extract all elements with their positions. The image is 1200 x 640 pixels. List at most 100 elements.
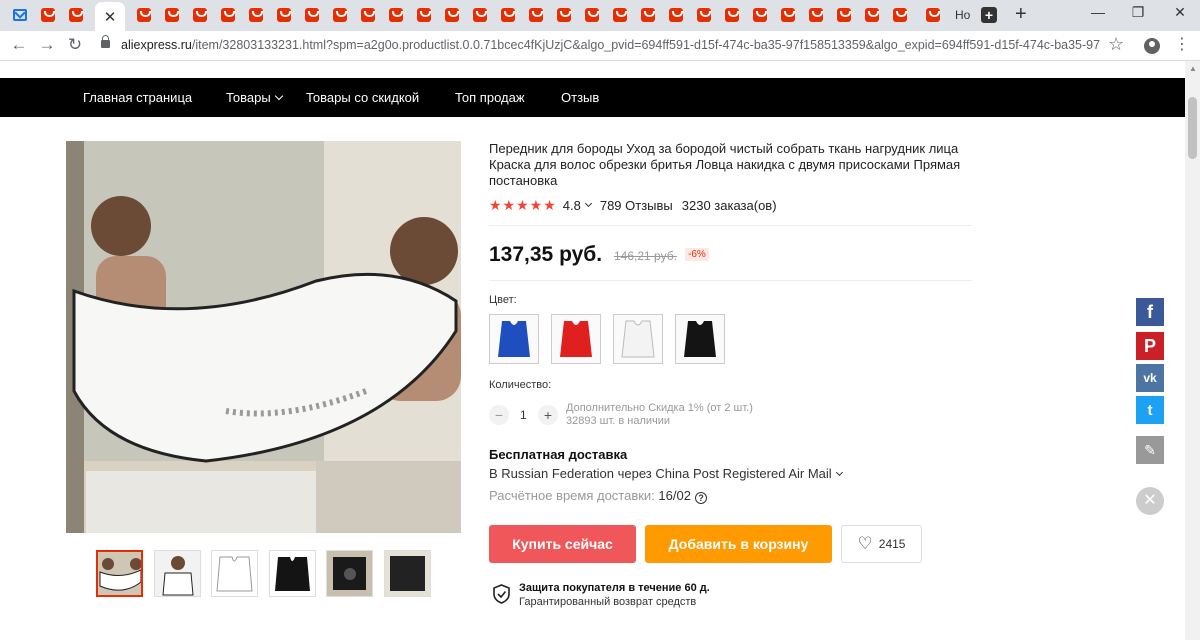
page-scrollbar[interactable]: ▲ [1185, 61, 1200, 640]
aliexpress-favicon-icon [193, 8, 207, 22]
nav-products[interactable]: Товары [226, 90, 283, 105]
scroll-up-arrow-icon[interactable]: ▲ [1189, 64, 1197, 73]
reload-button[interactable]: ↻ [64, 35, 86, 55]
thumbnail-2[interactable] [154, 550, 201, 597]
tab[interactable] [329, 4, 351, 26]
main-product-image[interactable] [66, 141, 461, 533]
thumbnail-5[interactable] [326, 550, 373, 597]
chevron-down-icon[interactable] [584, 199, 592, 208]
tab[interactable] [665, 4, 687, 26]
bookmark-star-icon[interactable]: ☆ [1108, 34, 1124, 55]
tab[interactable] [357, 4, 379, 26]
color-option-black[interactable] [675, 314, 725, 364]
extension-plus-icon[interactable]: + [981, 7, 997, 23]
scrollbar-thumb[interactable] [1188, 97, 1197, 159]
facebook-share-icon[interactable]: f [1136, 298, 1164, 326]
thumbnail-6[interactable] [384, 550, 431, 597]
aliexpress-favicon-icon [725, 8, 739, 22]
back-button[interactable]: ← [8, 35, 30, 55]
tab[interactable] [777, 4, 799, 26]
quantity-decrease-button[interactable]: − [489, 405, 509, 425]
tab[interactable] [273, 4, 295, 26]
tab[interactable] [889, 4, 911, 26]
forward-button[interactable]: → [36, 35, 58, 55]
tab-mail[interactable] [9, 4, 31, 26]
close-tab-icon[interactable]: ✕ [104, 8, 117, 26]
tab[interactable] [385, 4, 407, 26]
tab[interactable] [693, 4, 715, 26]
close-icon[interactable]: ✕ [1136, 487, 1164, 515]
aliexpress-favicon-icon [501, 8, 515, 22]
tab[interactable] [721, 4, 743, 26]
aliexpress-favicon-icon [613, 8, 627, 22]
tab[interactable] [37, 4, 59, 26]
tab[interactable] [609, 4, 631, 26]
lock-icon[interactable] [101, 35, 110, 48]
tab[interactable] [217, 4, 239, 26]
thumbnail-3[interactable] [211, 550, 258, 597]
rating-row: ★★★★★ 4.8 789 Отзывы 3230 заказа(ов) [489, 197, 777, 213]
nav-reviews[interactable]: Отзыв [561, 90, 599, 105]
tab[interactable] [497, 4, 519, 26]
tab[interactable] [133, 4, 155, 26]
aliexpress-favicon-icon [893, 8, 907, 22]
address-bar[interactable]: aliexpress.ru/item/32803133231.html?spm=… [121, 38, 1101, 52]
tab[interactable] [525, 4, 547, 26]
vk-share-icon[interactable]: vk [1136, 364, 1164, 392]
tab-active[interactable]: ✕ [95, 2, 125, 31]
profile-icon[interactable] [1144, 38, 1160, 54]
buy-now-button[interactable]: Купить сейчас [489, 525, 636, 563]
tab[interactable] [861, 4, 883, 26]
twitter-share-icon[interactable]: t [1136, 396, 1164, 424]
tab[interactable] [413, 4, 435, 26]
bulk-discount-text: Дополнительно Скидка 1% (от 2 шт.) [566, 402, 753, 414]
nav-discounted[interactable]: Товары со скидкой [306, 90, 419, 105]
nav-top-sales[interactable]: Топ продаж [455, 90, 525, 105]
color-option-red[interactable] [551, 314, 601, 364]
tab[interactable] [581, 4, 603, 26]
aliexpress-favicon-icon [809, 8, 823, 22]
tab-title[interactable]: Но [955, 8, 970, 22]
rating-value[interactable]: 4.8 [563, 198, 581, 213]
thumbnail-1[interactable] [96, 550, 143, 597]
edit-pen-icon[interactable]: ✎ [1136, 436, 1164, 464]
quantity-input[interactable]: 1 [520, 408, 527, 422]
aliexpress-favicon-icon [389, 8, 403, 22]
add-to-cart-button[interactable]: Добавить в корзину [645, 525, 832, 563]
color-option-blue[interactable] [489, 314, 539, 364]
new-tab-button[interactable]: + [1015, 4, 1027, 24]
close-window-button[interactable]: ✕ [1165, 4, 1195, 21]
tab[interactable] [65, 4, 87, 26]
aliexpress-favicon-icon [165, 8, 179, 22]
tab[interactable] [833, 4, 855, 26]
wishlist-button[interactable]: ♡ 2415 [841, 525, 922, 563]
tab[interactable] [441, 4, 463, 26]
tab[interactable] [161, 4, 183, 26]
tab[interactable] [245, 4, 267, 26]
tab[interactable] [922, 4, 944, 26]
buyer-protection-subtitle: Гарантированный возврат средств [519, 596, 697, 608]
tab[interactable] [637, 4, 659, 26]
reviews-link[interactable]: 789 Отзывы [600, 198, 673, 213]
help-icon[interactable]: ? [694, 492, 707, 504]
tab[interactable] [189, 4, 211, 26]
browser-menu-icon[interactable]: ⋮ [1174, 36, 1190, 54]
nav-home[interactable]: Главная страница [83, 90, 192, 105]
shipping-method[interactable]: В Russian Federation через China Post Re… [489, 466, 843, 481]
aliexpress-favicon-icon [585, 8, 599, 22]
quantity-increase-button[interactable]: + [538, 405, 558, 425]
apron-blue-icon [498, 321, 530, 357]
tab[interactable] [553, 4, 575, 26]
minimize-button[interactable]: — [1083, 4, 1113, 20]
tab[interactable] [805, 4, 827, 26]
star-rating-icon: ★★★★★ [489, 196, 557, 213]
pinterest-share-icon[interactable]: P [1136, 332, 1164, 360]
tab[interactable] [469, 4, 491, 26]
color-option-white[interactable] [613, 314, 663, 364]
tab[interactable] [301, 4, 323, 26]
tab[interactable] [749, 4, 771, 26]
aliexpress-favicon-icon [277, 8, 291, 22]
thumbnail-4[interactable] [269, 550, 316, 597]
aliexpress-favicon-icon [641, 8, 655, 22]
restore-button[interactable]: ❐ [1123, 4, 1153, 21]
